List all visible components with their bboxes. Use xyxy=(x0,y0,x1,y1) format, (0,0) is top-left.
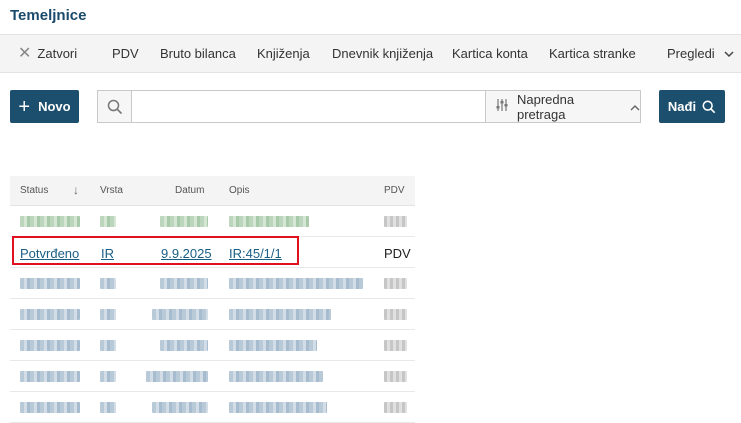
chevron-up-icon xyxy=(630,99,640,114)
close-button[interactable]: ✕ Zatvori xyxy=(18,45,78,62)
redacted-cell xyxy=(20,216,80,227)
sliders-icon xyxy=(495,98,509,115)
table-row[interactable] xyxy=(10,268,415,299)
find-label: Nađi xyxy=(667,99,697,114)
advanced-search-toggle[interactable]: Napredna pretraga xyxy=(485,91,640,122)
redacted-cell xyxy=(20,340,80,351)
redacted-cell xyxy=(20,278,80,289)
toolbar-item-bruto-bilanca[interactable]: Bruto bilanca xyxy=(160,46,236,61)
highlight-box xyxy=(12,236,299,265)
new-label: Novo xyxy=(38,99,71,114)
redacted-cell xyxy=(384,371,407,382)
redacted-cell xyxy=(160,216,208,227)
plus-icon: + xyxy=(18,95,31,118)
redacted-cell xyxy=(20,402,80,413)
column-header-type[interactable]: Vrsta xyxy=(100,185,123,196)
close-label: Zatvori xyxy=(37,46,78,61)
find-button[interactable]: Nađi xyxy=(659,90,725,123)
column-header-description[interactable]: Opis xyxy=(229,185,250,196)
search-icon xyxy=(702,100,716,113)
toolbar-item-pregledi[interactable]: Pregledi xyxy=(667,46,715,61)
redacted-cell xyxy=(100,340,116,351)
redacted-cell xyxy=(146,371,208,382)
redacted-cell xyxy=(100,402,116,413)
vat-cell: PDV xyxy=(384,246,411,261)
toolbar-item-kartica-konta[interactable]: Kartica konta xyxy=(452,46,528,61)
redacted-cell xyxy=(152,309,208,320)
redacted-cell xyxy=(384,340,407,351)
toolbar-divider xyxy=(0,72,741,73)
close-icon: ✕ xyxy=(18,45,32,62)
redacted-cell xyxy=(100,278,116,289)
redacted-cell xyxy=(229,402,327,413)
column-header-status[interactable]: Status xyxy=(20,185,48,196)
redacted-cell xyxy=(229,309,331,320)
column-header-vat[interactable]: PDV xyxy=(384,185,405,196)
redacted-cell xyxy=(229,371,323,382)
table-row[interactable] xyxy=(10,299,415,330)
redacted-cell xyxy=(384,309,407,320)
toolbar-item-knjizenja[interactable]: Knjiženja xyxy=(257,46,310,61)
redacted-cell xyxy=(152,402,208,413)
redacted-cell xyxy=(229,340,317,351)
redacted-cell xyxy=(100,371,116,382)
table-row[interactable] xyxy=(10,330,415,361)
redacted-cell xyxy=(100,216,116,227)
redacted-cell xyxy=(100,309,116,320)
redacted-cell xyxy=(384,402,407,413)
toolbar-item-kartica-stranke[interactable]: Kartica stranke xyxy=(549,46,636,61)
search-input[interactable] xyxy=(133,91,485,122)
advanced-search-label: Napredna pretraga xyxy=(517,91,575,122)
search-bar: Napredna pretraga xyxy=(97,90,641,123)
redacted-cell xyxy=(229,216,309,227)
redacted-cell xyxy=(384,216,407,227)
toolbar-item-dnevnik-knjizenja[interactable]: Dnevnik knjiženja xyxy=(332,46,433,61)
new-button[interactable]: + Novo xyxy=(10,90,79,123)
redacted-cell xyxy=(20,371,80,382)
toolbar-item-pdv[interactable]: PDV xyxy=(112,46,139,61)
arrow-down-icon[interactable]: ↓ xyxy=(73,183,79,197)
redacted-cell xyxy=(229,278,363,289)
column-header-date[interactable]: Datum xyxy=(175,185,204,196)
table-row[interactable] xyxy=(10,206,415,237)
table-header: Status ↓ Vrsta Datum Opis PDV xyxy=(10,176,415,206)
table-row[interactable] xyxy=(10,392,415,423)
search-icon[interactable] xyxy=(98,91,132,122)
documents-table: Status ↓ Vrsta Datum Opis PDV Potvrđeno … xyxy=(10,176,415,423)
table-row[interactable] xyxy=(10,361,415,392)
redacted-cell xyxy=(160,278,208,289)
toolbar: ✕ Zatvori PDV Bruto bilanca Knjiženja Dn… xyxy=(0,35,741,72)
chevron-down-icon[interactable] xyxy=(724,46,734,61)
redacted-cell xyxy=(384,278,407,289)
redacted-cell xyxy=(20,309,80,320)
redacted-cell xyxy=(160,340,208,351)
page-title: Temeljnice xyxy=(10,7,87,24)
